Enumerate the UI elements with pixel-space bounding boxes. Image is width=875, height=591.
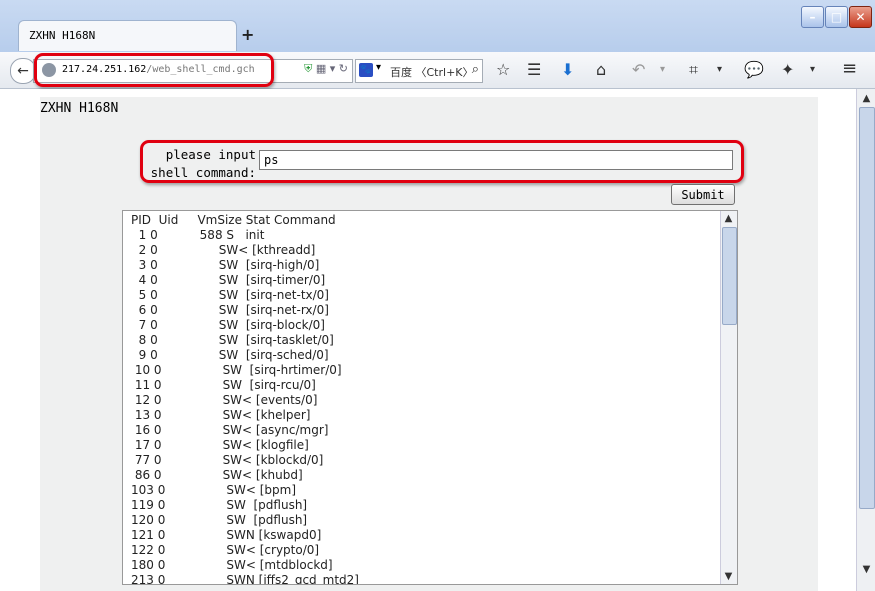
reload-icon[interactable]: ↻ [339, 62, 348, 75]
maximize-icon: □ [830, 10, 843, 24]
home-icon[interactable]: ⌂ [596, 60, 606, 79]
output-line: 8 0 SW [sirq-tasklet/0] [131, 333, 334, 347]
scroll-up-icon[interactable]: ▲ [721, 211, 736, 226]
search-bar[interactable]: 🐾 ▾ 百度 〈Ctrl+K〉 ⌕ [355, 59, 483, 83]
command-highlight-annotation [140, 140, 744, 183]
bug-icon[interactable]: ✦ [781, 60, 794, 79]
output-line: 120 0 SW [pdflush] [131, 513, 308, 527]
extension-dropdown-icon[interactable]: ▾ [810, 64, 815, 75]
window-titlebar: ZXHN H168N + – □ ✕ [0, 0, 875, 52]
output-scrollbar[interactable]: ▲ ▼ [720, 211, 737, 584]
crop-icon[interactable]: ⌗ [689, 60, 698, 80]
undo-icon[interactable]: ↶ [632, 60, 645, 79]
output-line: 121 0 SWN [kswapd0] [131, 528, 322, 542]
page-scroll-thumb[interactable] [859, 107, 875, 509]
crop-dropdown-icon[interactable]: ▾ [717, 64, 722, 75]
qr-code-icon[interactable]: ▦ [316, 62, 326, 75]
output-line: 3 0 SW [sirq-high/0] [131, 258, 320, 272]
output-line: 119 0 SW [pdflush] [131, 498, 308, 512]
output-line: 4 0 SW [sirq-timer/0] [131, 273, 326, 287]
url-highlight-annotation [34, 53, 274, 87]
back-arrow-icon: ← [17, 63, 29, 79]
search-placeholder: 百度 〈Ctrl+K〉 [390, 66, 474, 79]
paw-icon[interactable]: 🐾 [359, 63, 373, 77]
command-output-textarea[interactable]: PID Uid VmSize Stat Command 1 0 588 S in… [122, 210, 738, 585]
scroll-down-icon[interactable]: ▼ [721, 569, 736, 584]
output-line: 122 0 SW< [crypto/0] [131, 543, 320, 557]
page-scroll-down-icon[interactable]: ▼ [859, 562, 874, 577]
close-button[interactable]: ✕ [849, 6, 872, 28]
web-page: ZXHN H168N please input shell command: S… [0, 89, 856, 591]
browser-tab[interactable]: ZXHN H168N [18, 20, 237, 51]
dropdown-icon[interactable]: ▾ [330, 62, 336, 75]
output-line: 6 0 SW [sirq-net-rx/0] [131, 303, 329, 317]
output-line: 77 0 SW< [kblockd/0] [131, 453, 324, 467]
output-line: 86 0 SW< [khubd] [131, 468, 303, 482]
output-line: 10 0 SW [sirq-hrtimer/0] [131, 363, 342, 377]
output-line: 213 0 SWN [jffs2_gcd_mtd2] [131, 573, 359, 585]
search-icon[interactable]: ⌕ [472, 62, 479, 77]
output-lines: PID Uid VmSize Stat Command 1 0 588 S in… [131, 213, 359, 585]
output-line: 13 0 SW< [khelper] [131, 408, 311, 422]
page-scrollbar[interactable]: ▲ ▼ [856, 89, 875, 591]
new-tab-button[interactable]: + [241, 25, 254, 44]
bookmark-star-icon[interactable]: ☆ [496, 60, 510, 79]
download-icon[interactable]: ⬇ [561, 60, 574, 79]
output-scroll-thumb[interactable] [722, 227, 737, 325]
minimize-button[interactable]: – [801, 6, 824, 28]
output-line: 180 0 SW< [mtdblockd] [131, 558, 333, 572]
output-line: 12 0 SW< [events/0] [131, 393, 318, 407]
output-line: 1 0 588 S init [131, 228, 265, 242]
navigation-toolbar: ← 217.24.251.162/web_shell_cmd.gch ⛨ ▦ ▾… [0, 52, 875, 89]
menu-icon[interactable]: ≡ [842, 58, 857, 79]
tab-title: ZXHN H168N [29, 29, 96, 42]
output-line: 5 0 SW [sirq-net-tx/0] [131, 288, 329, 302]
output-line: PID Uid VmSize Stat Command [131, 213, 336, 227]
chat-bubble-icon[interactable]: 💬 [744, 60, 764, 79]
output-line: 103 0 SW< [bpm] [131, 483, 297, 497]
output-line: 11 0 SW [sirq-rcu/0] [131, 378, 316, 392]
output-line: 17 0 SW< [klogfile] [131, 438, 309, 452]
submit-button[interactable]: Submit [671, 184, 735, 205]
output-line: 9 0 SW [sirq-sched/0] [131, 348, 329, 362]
page-scroll-up-icon[interactable]: ▲ [859, 91, 874, 106]
maximize-button[interactable]: □ [825, 6, 848, 28]
url-actions: ⛨ ▦ ▾ ↻ [304, 62, 348, 76]
close-icon: ✕ [855, 10, 866, 24]
output-line: 16 0 SW< [async/mgr] [131, 423, 329, 437]
output-line: 2 0 SW< [kthreadd] [131, 243, 316, 257]
output-line: 7 0 SW [sirq-block/0] [131, 318, 325, 332]
minimize-icon: – [809, 10, 816, 24]
reader-list-icon[interactable]: ☰ [527, 60, 541, 79]
engine-dropdown-icon[interactable]: ▾ [376, 62, 381, 73]
shield-icon[interactable]: ⛨ [304, 62, 312, 75]
page-title: ZXHN H168N [40, 101, 119, 116]
undo-dropdown-icon[interactable]: ▾ [660, 64, 665, 75]
